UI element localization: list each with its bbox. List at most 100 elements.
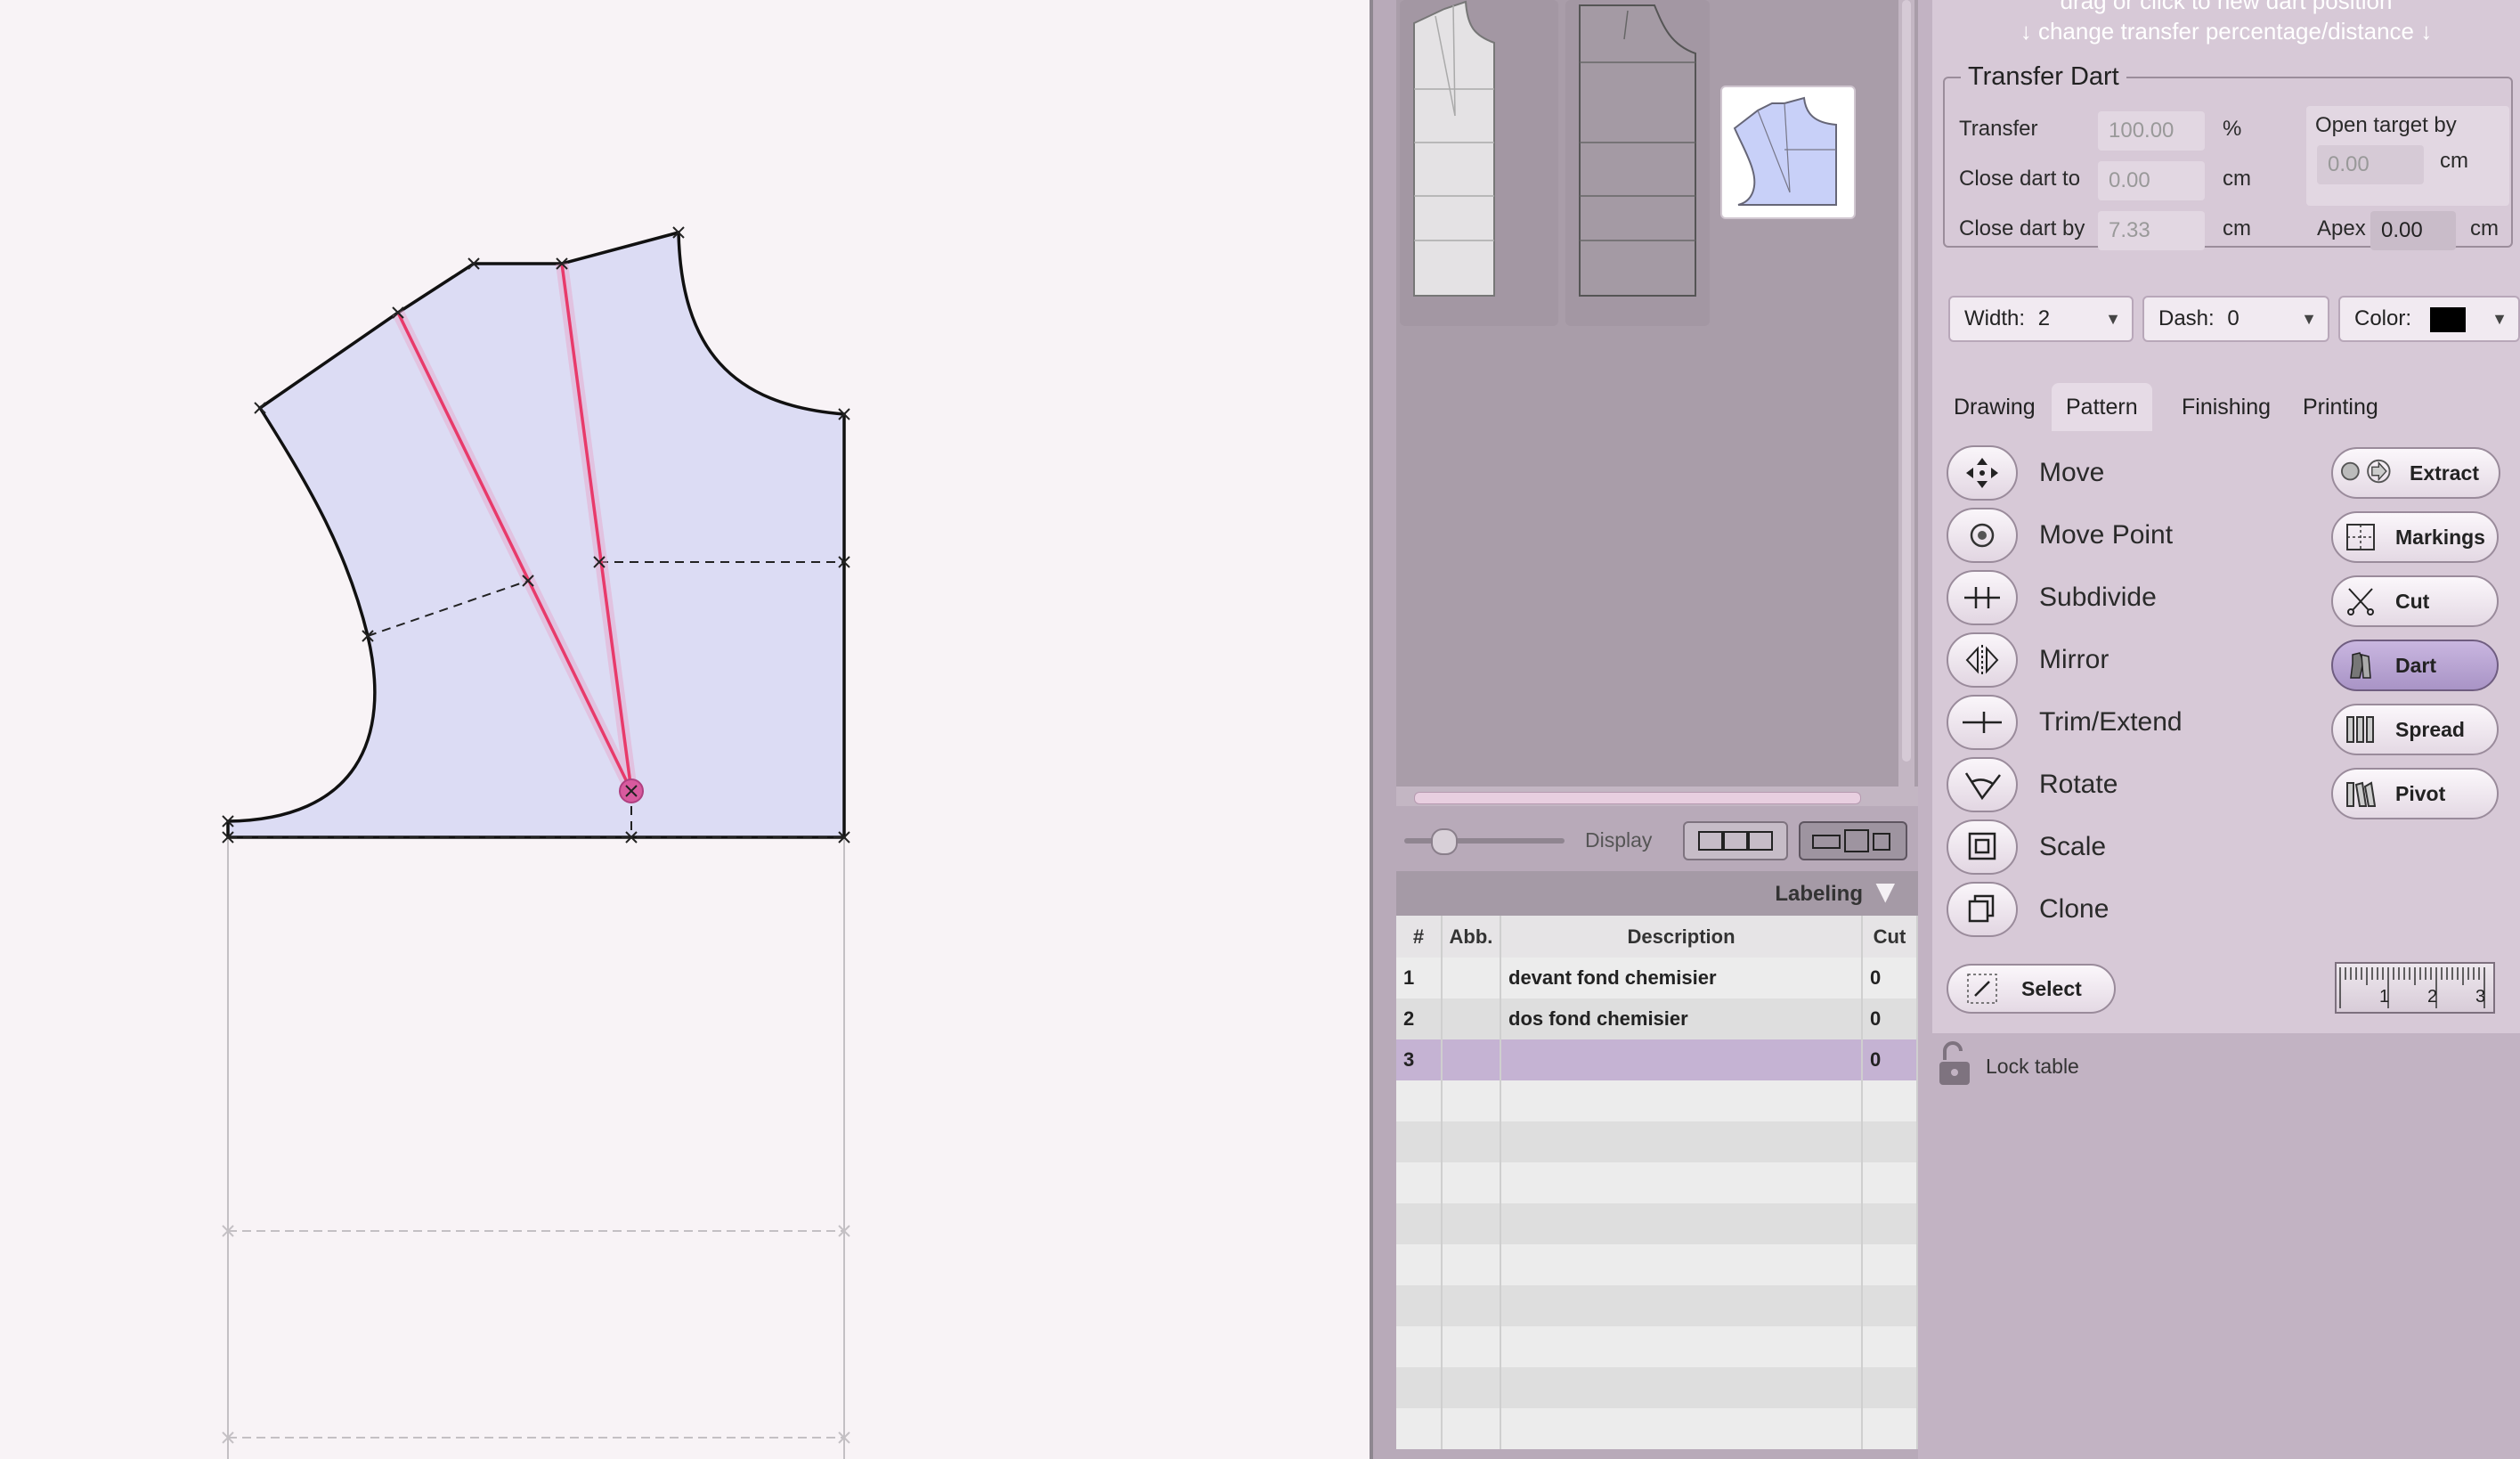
table-row[interactable]: 1 devant fond chemisier 0 [1396, 958, 1918, 998]
tab-pattern[interactable]: Pattern [2052, 383, 2152, 431]
target-icon [1947, 508, 2018, 563]
trim-extend-icon [1947, 695, 2018, 750]
ruler-tick-label: 1 [2379, 987, 2390, 1007]
select-label: Select [2021, 977, 2082, 1000]
tool-markings[interactable]: Markings [2331, 511, 2499, 563]
tool-scale[interactable]: Scale [1947, 819, 2303, 875]
row-cut[interactable]: 0 [1862, 958, 1918, 998]
select-button[interactable]: Select [1947, 964, 2116, 1014]
tool-move[interactable]: Move [1947, 445, 2303, 501]
open-target-box: Open target by 0.00 cm [2306, 106, 2509, 206]
table-row-empty[interactable] [1396, 1162, 1918, 1203]
open-target-unit: cm [2440, 149, 2468, 173]
tool-trim-extend[interactable]: Trim/Extend [1947, 695, 2303, 750]
table-row-empty[interactable] [1396, 1080, 1918, 1121]
table-row-empty[interactable] [1396, 1121, 1918, 1162]
tool-dart[interactable]: Dart [2331, 640, 2499, 691]
close-dart-to-field[interactable]: 0.00 [2098, 161, 2205, 200]
tool-move-point[interactable]: Move Point [1947, 508, 2303, 563]
table-row-empty[interactable] [1396, 1367, 1918, 1408]
table-row-empty[interactable] [1396, 1285, 1918, 1326]
table-row[interactable]: 2 dos fond chemisier 0 [1396, 998, 1918, 1039]
column-header-cut[interactable]: Cut [1862, 916, 1918, 958]
row-cut[interactable]: 0 [1862, 998, 1918, 1039]
line-dash-dropdown[interactable]: Dash: 0 ▼ [2142, 296, 2329, 342]
apex-field[interactable]: 0.00 [2370, 211, 2456, 250]
display-mode-grid-button[interactable] [1683, 821, 1788, 860]
transfer-label: Transfer [1959, 117, 2038, 141]
apex-unit: cm [2470, 216, 2499, 240]
column-header-number[interactable]: # [1396, 916, 1443, 958]
tool-clone[interactable]: Clone [1947, 882, 2303, 937]
table-row-empty[interactable] [1396, 1244, 1918, 1285]
markings-icon [2346, 524, 2375, 550]
lock-table-toggle[interactable]: Lock table [1936, 1040, 2203, 1090]
width-value: 2 [2037, 306, 2051, 330]
color-swatch [2429, 306, 2466, 332]
table-row-empty[interactable] [1396, 1408, 1918, 1449]
select-icon [1967, 974, 1997, 1004]
piece-thumbnails [1396, 0, 1918, 788]
row-description[interactable]: devant fond chemisier [1500, 958, 1863, 998]
tool-extract[interactable]: Extract [2331, 447, 2500, 499]
unlocked-padlock-icon [1939, 1041, 1970, 1085]
spread-icon [2346, 716, 2374, 743]
tab-printing[interactable]: Printing [2288, 383, 2393, 431]
row-abbreviation[interactable] [1442, 1039, 1501, 1080]
move-arrows-icon [1947, 445, 2018, 501]
table-row-selected[interactable]: 3 0 [1396, 1039, 1918, 1080]
color-label: Color: [2354, 306, 2412, 330]
tab-drawing[interactable]: Drawing [1939, 383, 2050, 431]
close-dart-by-unit: cm [2223, 216, 2251, 240]
labeling-label: Labeling [1775, 882, 1863, 906]
transfer-dart-group: Transfer Dart Transfer 100.00 % Close da… [1943, 62, 2513, 250]
thumbnails-horizontal-scrollbar[interactable] [1396, 787, 1918, 806]
tool-cut[interactable]: Cut [2331, 575, 2499, 627]
row-abbreviation[interactable] [1442, 998, 1501, 1039]
apex-label: Apex [2317, 216, 2366, 240]
display-mode-list-button[interactable] [1799, 821, 1907, 860]
display-label: Display [1585, 828, 1653, 852]
tool-mirror[interactable]: Mirror [1947, 632, 2303, 688]
close-dart-by-label: Close dart by [1959, 216, 2085, 240]
tab-finishing[interactable]: Finishing [2167, 383, 2285, 431]
table-row-empty[interactable] [1396, 1203, 1918, 1244]
thumbnails-vertical-scrollbar[interactable] [1898, 0, 1914, 788]
tool-label: Markings [2395, 526, 2485, 549]
tool-label: Move [2039, 458, 2105, 487]
row-abbreviation[interactable] [1442, 958, 1501, 998]
ruler-tool[interactable]: 1 2 3 [2335, 962, 2495, 1014]
open-target-field[interactable]: 0.00 [2317, 145, 2424, 184]
column-header-abbreviation[interactable]: Abb. [1442, 916, 1501, 958]
transfer-dart-title: Transfer Dart [1968, 62, 2119, 91]
tool-subdivide[interactable]: Subdivide [1947, 570, 2303, 625]
transfer-unit: % [2223, 117, 2242, 141]
labeling-dropdown-icon[interactable]: ▼ [1875, 876, 1895, 906]
tool-spread[interactable]: Spread [2331, 704, 2499, 755]
tool-pivot[interactable]: Pivot [2331, 768, 2499, 819]
thumbnail-piece-current[interactable] [1720, 86, 1856, 219]
tool-label: Trim/Extend [2039, 707, 2183, 737]
column-header-description[interactable]: Description [1500, 916, 1863, 958]
labeling-bar: Labeling ▼ [1396, 871, 1918, 916]
row-description[interactable] [1500, 1039, 1863, 1080]
dash-label: Dash: [2158, 306, 2215, 330]
table-row-empty[interactable] [1396, 1326, 1918, 1367]
line-width-dropdown[interactable]: Width: 2 ▼ [1948, 296, 2134, 342]
close-dart-by-field[interactable]: 7.33 [2098, 211, 2205, 250]
clone-icon [1947, 882, 2018, 937]
thumbnail-piece-front[interactable] [1400, 0, 1558, 326]
row-description[interactable]: dos fond chemisier [1500, 998, 1863, 1039]
thumbnail-piece-back[interactable] [1565, 0, 1710, 326]
line-color-dropdown[interactable]: Color: ▼ [2338, 296, 2520, 342]
row-cut[interactable]: 0 [1862, 1039, 1918, 1080]
tool-label: Rotate [2039, 770, 2118, 799]
tool-rotate[interactable]: Rotate [1947, 757, 2303, 812]
bodice-piece[interactable] [226, 230, 846, 839]
transfer-percentage-field[interactable]: 100.00 [2098, 111, 2205, 151]
tool-label: Cut [2395, 590, 2430, 613]
tool-label: Subdivide [2039, 583, 2157, 612]
tool-panel: drag or click to new dart position ↓ cha… [1918, 0, 2520, 1459]
display-zoom-slider[interactable] [1407, 828, 1562, 855]
pattern-canvas[interactable] [0, 0, 1370, 1459]
